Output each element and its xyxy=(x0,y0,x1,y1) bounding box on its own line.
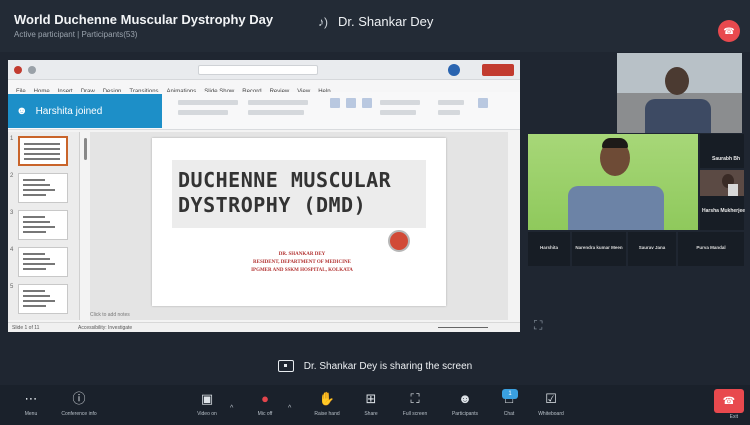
accessibility-status[interactable]: Accessibility: Investigate xyxy=(78,325,132,331)
menu-label: Menu xyxy=(24,411,38,417)
ppt-status-bar: Slide 1 of 11 Accessibility: Investigate xyxy=(8,322,520,332)
phone-hangup-icon: ☎ xyxy=(723,25,735,36)
slide-thumbnail[interactable] xyxy=(18,210,68,240)
slide-count: Slide 1 of 11 xyxy=(12,325,40,331)
chat-unread-badge: 1 xyxy=(502,389,518,399)
mic-options-caret-icon[interactable]: ^ xyxy=(288,405,291,412)
whiteboard-button[interactable]: ☑ Whiteboard xyxy=(524,391,578,417)
screen-share-icon xyxy=(277,360,294,372)
participant-name: Narendra kumar Meen xyxy=(575,245,623,250)
slide-thumbnails: 1 2 3 4 5 xyxy=(8,132,80,320)
video-tile-top[interactable] xyxy=(617,53,742,133)
institution-logo xyxy=(388,230,410,252)
mic-button[interactable]: ● Mic off xyxy=(238,391,292,417)
slide-title: DUCHENNE MUSCULAR DYSTROPHY (DMD) xyxy=(178,168,424,218)
participant-video xyxy=(665,67,689,95)
whiteboard-icon: ☑ xyxy=(545,391,557,406)
video-options-caret-icon[interactable]: ^ xyxy=(230,405,233,412)
meeting-header: World Duchenne Muscular Dystrophy Day Ac… xyxy=(0,0,750,52)
exit-button[interactable]: ☎ xyxy=(714,389,744,413)
presenter-role: RESIDENT, DEPARTMENT OF MEDICINE xyxy=(253,260,351,265)
sharing-banner: Dr. Shankar Dey is sharing the screen xyxy=(0,352,750,380)
ppt-titlebar xyxy=(8,60,520,80)
phone-hangup-icon: ☎ xyxy=(722,395,736,407)
thumbnail-number: 1 xyxy=(10,136,14,142)
shapes-icon[interactable] xyxy=(330,98,340,108)
participant-name: Purva Mandal xyxy=(696,245,726,250)
notes-pane[interactable]: Click to add notes xyxy=(90,312,130,318)
whiteboard-label: Whiteboard xyxy=(538,411,564,417)
slide: DUCHENNE MUSCULAR DYSTROPHY (DMD) DR. SH… xyxy=(152,138,446,306)
slide-title-line-1: DUCHENNE MUSCULAR xyxy=(178,168,392,192)
participant-name: Saurabh Bh xyxy=(712,156,741,162)
mic-muted-icon: ● xyxy=(261,391,269,406)
speaker-icon: ♪) xyxy=(318,14,328,29)
meeting-participant-status[interactable]: Active participant | Participants(53) xyxy=(14,30,137,39)
slide-canvas: DUCHENNE MUSCULAR DYSTROPHY (DMD) DR. SH… xyxy=(90,132,508,320)
expand-gallery-icon[interactable]: ⛶ xyxy=(534,318,542,333)
participant-tile[interactable]: Harsha Mukherjee xyxy=(700,170,746,230)
slide-thumbnail[interactable] xyxy=(18,247,68,277)
more-icon: ⋯ xyxy=(24,391,38,406)
slide-thumbnail[interactable] xyxy=(18,173,68,203)
arrange-icon[interactable] xyxy=(346,98,356,108)
participant-tile[interactable]: Purva Mandal xyxy=(678,232,744,266)
slide-title-line-2: DYSTROPHY (DMD) xyxy=(178,193,367,217)
participant-tile[interactable]: Saurav Jana xyxy=(628,232,676,266)
sharing-banner-text: Dr. Shankar Dey is sharing the screen xyxy=(303,360,473,372)
full-screen-label: Full screen xyxy=(402,411,428,417)
info-icon: ⓘ xyxy=(72,391,86,406)
full-screen-button[interactable]: ⛶ Full screen xyxy=(388,391,442,417)
conference-info-button[interactable]: ⓘ Conference info xyxy=(52,391,106,417)
meeting-toolbar: ⋯ Menu ⓘ Conference info ▣ Video on ^ ● … xyxy=(0,385,750,425)
participant-name: Harsha Mukherjee xyxy=(702,208,746,214)
presenter-org: IPGMER AND SSKM HOSPITAL, KOLKATA xyxy=(251,268,353,273)
presenter-name: DR. SHANKAR DEY xyxy=(278,252,326,257)
ppt-menu-bar: FileHomeInsertDrawDesignTransitionsAnima… xyxy=(8,80,520,95)
participant-tile[interactable]: Saurabh Bh xyxy=(700,134,744,168)
participant-name: Harshita xyxy=(539,245,558,250)
video-button[interactable]: ▣ Video on xyxy=(180,391,234,417)
thumbnail-number: 3 xyxy=(10,210,14,216)
zoom-slider[interactable] xyxy=(438,327,488,328)
quick-styles-icon[interactable] xyxy=(362,98,372,108)
app-icon xyxy=(14,66,22,74)
active-speaker: ♪) Dr. Shankar Dey xyxy=(318,14,433,29)
camera-icon: ▣ xyxy=(200,391,214,406)
ppt-share-button[interactable] xyxy=(482,64,514,76)
join-notification-text: Harshita joined xyxy=(35,105,103,117)
thumbnail-number: 4 xyxy=(10,247,14,253)
thumbnail-number: 2 xyxy=(10,173,14,179)
participant-name: Saurav Jana xyxy=(638,245,666,250)
add-in-icon[interactable] xyxy=(478,98,488,108)
active-speaker-name: Dr. Shankar Dey xyxy=(338,14,434,29)
user-icon: ☻ xyxy=(16,105,28,117)
fullscreen-icon: ⛶ xyxy=(410,391,420,406)
conference-info-label: Conference info xyxy=(61,411,97,417)
user-avatar xyxy=(448,64,460,76)
exit-label: Exit xyxy=(729,414,738,420)
thumbnail-number: 5 xyxy=(10,284,14,290)
menu-button[interactable]: ⋯ Menu xyxy=(4,391,58,417)
join-notification: ☻ Harshita joined xyxy=(8,94,162,128)
video-tile-speaker[interactable] xyxy=(528,134,698,230)
participant-tile[interactable]: Harshita xyxy=(528,232,570,266)
meeting-title: World Duchenne Muscular Dystrophy Day xyxy=(14,12,274,27)
slide-thumbnail[interactable] xyxy=(18,284,68,314)
thumbnail-scrollbar[interactable] xyxy=(84,138,87,160)
leave-button[interactable]: ☎ xyxy=(718,20,740,42)
participant-tile[interactable]: Narendra kumar Meen xyxy=(572,232,626,266)
ppt-search-box[interactable] xyxy=(198,65,318,75)
mic-label: Mic off xyxy=(257,411,273,417)
video-label: Video on xyxy=(197,411,217,417)
slide-thumbnail[interactable] xyxy=(18,136,68,166)
autosave-icon xyxy=(28,66,36,74)
